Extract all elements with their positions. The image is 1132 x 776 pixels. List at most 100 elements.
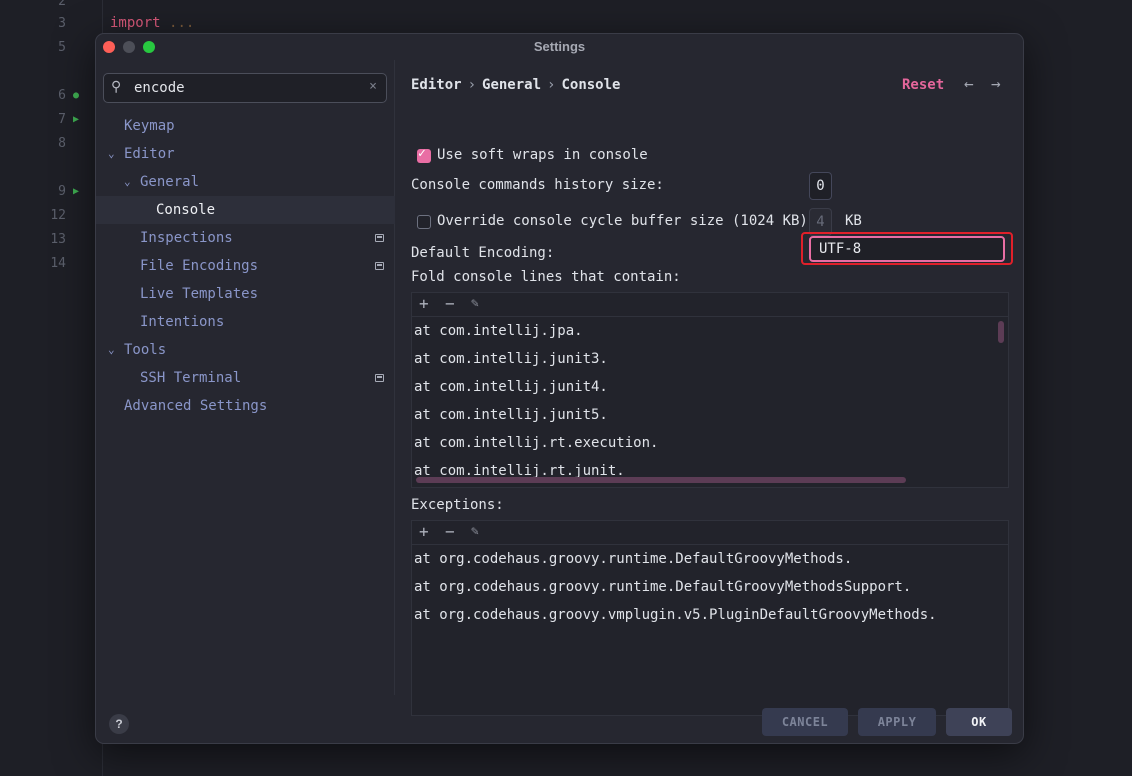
line-number: 3 bbox=[58, 16, 66, 31]
line-number: 7 bbox=[58, 112, 66, 127]
vertical-scrollbar[interactable] bbox=[998, 321, 1004, 343]
list-item[interactable]: at org.codehaus.groovy.runtime.DefaultGr… bbox=[414, 579, 911, 595]
sidebar-item-label: Inspections bbox=[140, 230, 233, 246]
line-number: 8 bbox=[58, 136, 66, 151]
sidebar-item-file-encodings[interactable]: File Encodings bbox=[96, 252, 395, 280]
sidebar-item-label: File Encodings bbox=[140, 258, 259, 274]
chevron-down-icon[interactable]: ⌄ bbox=[108, 336, 115, 364]
line-number: 6 bbox=[58, 88, 66, 103]
edit-pencil-icon[interactable]: ✎ bbox=[471, 296, 479, 311]
line-number: 5 bbox=[58, 40, 66, 55]
list-item[interactable]: at com.intellij.junit5. bbox=[414, 407, 608, 423]
help-button[interactable]: ? bbox=[109, 714, 129, 734]
breadcrumb-separator: › bbox=[467, 77, 477, 93]
search-input[interactable] bbox=[134, 77, 354, 99]
line-number: 2 bbox=[58, 0, 66, 9]
fold-lines-list[interactable]: + − ✎ at com.intellij.jpa. at com.intell… bbox=[411, 292, 1009, 488]
line-number: 14 bbox=[50, 256, 66, 271]
override-buffer-label[interactable]: Override console cycle buffer size (1024… bbox=[437, 213, 808, 229]
line-number: 12 bbox=[50, 208, 66, 223]
soft-wraps-checkbox[interactable] bbox=[417, 146, 431, 163]
fold-lines-label: Fold console lines that contain: bbox=[411, 269, 681, 285]
sidebar-item-console[interactable]: Console bbox=[96, 196, 395, 224]
fold-lines-toolbar: + − ✎ bbox=[412, 293, 1008, 317]
import-keyword: import bbox=[110, 15, 161, 31]
sidebar-item-general[interactable]: ⌄ General bbox=[96, 168, 395, 196]
sidebar-item-label: Editor bbox=[124, 146, 175, 162]
list-item[interactable]: at com.intellij.rt.execution. bbox=[414, 435, 658, 451]
sidebar-item-ssh-terminal[interactable]: SSH Terminal bbox=[96, 364, 395, 392]
edit-pencil-icon[interactable]: ✎ bbox=[471, 524, 479, 539]
sidebar-item-tools[interactable]: ⌄ Tools bbox=[96, 336, 395, 364]
dialog-footer: ? CANCEL APPLY OK bbox=[96, 695, 1023, 743]
breadcrumb-console: Console bbox=[561, 77, 621, 93]
run-gutter-icon[interactable]: ▶ bbox=[73, 186, 79, 197]
project-settings-icon bbox=[375, 234, 384, 242]
history-size-input[interactable]: 0 bbox=[809, 172, 832, 200]
exceptions-list[interactable]: + − ✎ at org.codehaus.groovy.runtime.Def… bbox=[411, 520, 1009, 716]
breadcrumb-editor[interactable]: Editor bbox=[411, 77, 462, 93]
folded-imports[interactable]: ... bbox=[169, 15, 194, 31]
project-settings-icon bbox=[375, 262, 384, 270]
list-item[interactable]: at org.codehaus.groovy.vmplugin.v5.Plugi… bbox=[414, 607, 937, 623]
line-number: 9 bbox=[58, 184, 66, 199]
add-icon[interactable]: + bbox=[419, 522, 429, 541]
bean-icon[interactable]: ● bbox=[73, 90, 79, 101]
sidebar-item-label: Live Templates bbox=[140, 286, 259, 302]
sidebar-item-advanced-settings[interactable]: Advanced Settings bbox=[96, 392, 395, 420]
history-size-label: Console commands history size: bbox=[411, 177, 664, 193]
default-encoding-field[interactable] bbox=[809, 236, 1005, 262]
list-item[interactable]: at com.intellij.jpa. bbox=[414, 323, 583, 339]
sidebar-item-label: Tools bbox=[124, 342, 167, 358]
apply-button[interactable]: APPLY bbox=[858, 708, 936, 736]
sidebar-item-label: General bbox=[140, 174, 200, 190]
clear-search-icon[interactable]: × bbox=[369, 79, 377, 94]
back-arrow-icon[interactable]: ← bbox=[964, 74, 974, 93]
sidebar-item-inspections[interactable]: Inspections bbox=[96, 224, 395, 252]
chevron-down-icon[interactable]: ⌄ bbox=[124, 168, 131, 196]
code-line-import[interactable]: import ... bbox=[110, 15, 194, 31]
sidebar-item-label: Intentions bbox=[140, 314, 225, 330]
settings-content: Editor › General › Console Reset ← → Use sof… bbox=[396, 60, 1023, 716]
sidebar-item-label: Console bbox=[156, 202, 216, 218]
settings-dialog: Settings ⚲ × Keymap ⌄ Editor ⌄ General C… bbox=[95, 33, 1024, 744]
breadcrumb-general[interactable]: General bbox=[482, 77, 541, 93]
sidebar-item-live-templates[interactable]: Live Templates bbox=[96, 280, 395, 308]
sidebar-item-label: Keymap bbox=[124, 118, 175, 134]
buffer-unit-label: KB bbox=[845, 213, 862, 229]
sidebar-item-label: SSH Terminal bbox=[140, 370, 242, 386]
override-buffer-checkbox[interactable] bbox=[417, 215, 431, 229]
add-icon[interactable]: + bbox=[419, 294, 429, 313]
line-number: 13 bbox=[50, 232, 66, 247]
list-item[interactable]: at org.codehaus.groovy.runtime.DefaultGr… bbox=[414, 551, 852, 567]
breadcrumb-separator: › bbox=[547, 77, 556, 93]
list-item[interactable]: at com.intellij.junit3. bbox=[414, 351, 608, 367]
search-icon[interactable]: ⚲ bbox=[111, 79, 121, 95]
breadcrumb: Editor › General › Console bbox=[411, 77, 620, 93]
ok-button[interactable]: OK bbox=[946, 708, 1012, 736]
settings-search-box[interactable]: ⚲ × bbox=[103, 73, 387, 103]
forward-arrow-icon[interactable]: → bbox=[991, 74, 1001, 93]
sidebar-item-keymap[interactable]: Keymap bbox=[96, 112, 395, 140]
run-gutter-icon[interactable]: ▶ bbox=[73, 114, 79, 125]
title-bar[interactable]: Settings bbox=[96, 34, 1023, 60]
sidebar-item-intentions[interactable]: Intentions bbox=[96, 308, 395, 336]
project-settings-icon bbox=[375, 374, 384, 382]
dialog-title: Settings bbox=[533, 39, 586, 54]
settings-sidebar: ⚲ × Keymap ⌄ Editor ⌄ General Console In… bbox=[96, 60, 395, 695]
remove-icon[interactable]: − bbox=[445, 522, 455, 541]
line-gutter: 2 3 5 6 7 8 9 12 13 14 ● ▶ ▶ bbox=[0, 0, 103, 776]
exceptions-label: Exceptions: bbox=[411, 497, 504, 513]
default-encoding-label: Default Encoding: bbox=[411, 245, 555, 261]
remove-icon[interactable]: − bbox=[445, 294, 455, 313]
exceptions-toolbar: + − ✎ bbox=[412, 521, 1008, 545]
list-item[interactable]: at com.intellij.junit4. bbox=[414, 379, 608, 395]
default-encoding-input[interactable] bbox=[811, 238, 1003, 260]
soft-wraps-label[interactable]: Use soft wraps in console bbox=[437, 147, 648, 163]
reset-link[interactable]: Reset bbox=[902, 77, 944, 93]
horizontal-scrollbar[interactable] bbox=[416, 477, 906, 483]
chevron-down-icon[interactable]: ⌄ bbox=[108, 140, 115, 168]
sidebar-item-editor[interactable]: ⌄ Editor bbox=[96, 140, 395, 168]
sidebar-item-label: Advanced Settings bbox=[124, 398, 268, 414]
cancel-button[interactable]: CANCEL bbox=[762, 708, 848, 736]
